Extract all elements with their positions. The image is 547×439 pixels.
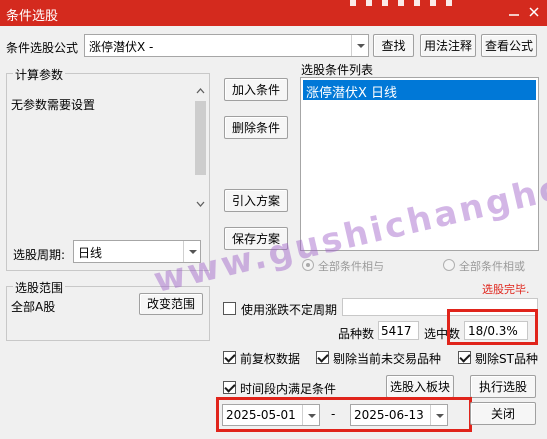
exclude-non-trading-label: 剔除当前未交易品种 — [333, 352, 442, 366]
radio-or[interactable] — [443, 259, 455, 271]
period-select[interactable]: 日线 — [73, 240, 201, 263]
remove-condition-button[interactable]: 删除条件 — [224, 116, 288, 139]
period-value: 日线 — [78, 246, 103, 260]
scope-value: 全部A股 — [11, 300, 56, 314]
view-formula-button[interactable]: 查看公式 — [481, 34, 537, 57]
scope-group-title: 选股范围 — [13, 279, 66, 296]
formula-label: 条件选股公式 — [6, 41, 79, 55]
radio-and[interactable] — [302, 259, 314, 271]
chevron-down-icon[interactable] — [351, 35, 368, 56]
period-label: 选股周期: — [13, 248, 66, 262]
exclude-st-label: 剔除ST品种 — [475, 352, 538, 366]
count-field: 5417 — [378, 321, 419, 340]
close-button[interactable]: 关闭 — [470, 402, 536, 425]
condition-item-label: 涨停潜伏X 日线 — [306, 86, 398, 101]
find-button[interactable]: 查找 — [373, 34, 414, 57]
scroll-up-icon[interactable] — [195, 86, 206, 96]
to-board-button[interactable]: 选股入板块 — [386, 375, 454, 398]
title-decoration — [350, 0, 460, 6]
save-plan-button[interactable]: 保存方案 — [224, 227, 288, 250]
count-value: 5417 — [381, 324, 412, 338]
change-scope-button[interactable]: 改变范围 — [139, 293, 203, 315]
title-bar: 条件选股 — [0, 0, 547, 26]
fq-checkbox[interactable] — [223, 351, 236, 364]
usage-note-button[interactable]: 用法注释 — [420, 34, 476, 57]
scope-group: 选股范围 全部A股 改变范围 — [6, 279, 210, 341]
status-text: 选股完毕. — [482, 283, 530, 296]
condition-list[interactable]: 涨停潜伏X 日线 — [300, 77, 539, 251]
count-label: 品种数 — [338, 327, 375, 341]
radio-and-label: 全部条件相与 — [318, 260, 384, 273]
radio-or-label: 全部条件相或 — [459, 260, 525, 273]
window-title: 条件选股 — [6, 9, 59, 24]
params-text: 无参数需要设置 — [11, 98, 96, 112]
time-range-checkbox[interactable] — [223, 381, 236, 394]
highlight-box-dates — [216, 397, 472, 432]
scroll-down-icon[interactable] — [195, 199, 206, 209]
time-range-label: 时间段内满足条件 — [240, 382, 337, 396]
fq-label: 前复权数据 — [240, 352, 301, 366]
add-condition-button[interactable]: 加入条件 — [224, 78, 288, 101]
exclude-non-trading-checkbox[interactable] — [316, 351, 329, 364]
params-group: 计算参数 无参数需要设置 选股周期: 日线 — [6, 66, 210, 271]
close-icon[interactable] — [526, 4, 542, 20]
import-plan-button[interactable]: 引入方案 — [224, 189, 288, 212]
params-group-title: 计算参数 — [13, 66, 66, 83]
condition-list-title: 选股条件列表 — [301, 63, 374, 77]
variable-period-checkbox[interactable] — [223, 302, 236, 315]
minimize-icon[interactable] — [506, 4, 522, 20]
chevron-down-icon[interactable] — [183, 241, 200, 262]
exclude-st-checkbox[interactable] — [458, 351, 471, 364]
formula-select[interactable]: 涨停潜伏X - — [84, 34, 369, 57]
highlight-box-selected — [447, 309, 538, 345]
condition-item[interactable]: 涨停潜伏X 日线 — [303, 80, 536, 101]
formula-value: 涨停潜伏X - — [89, 40, 154, 54]
run-selection-button[interactable]: 执行选股 — [470, 375, 536, 398]
scroll-thumb[interactable] — [195, 101, 206, 175]
params-scrollbar[interactable] — [193, 84, 208, 212]
variable-period-label: 使用涨跌不定周期 — [241, 303, 338, 317]
